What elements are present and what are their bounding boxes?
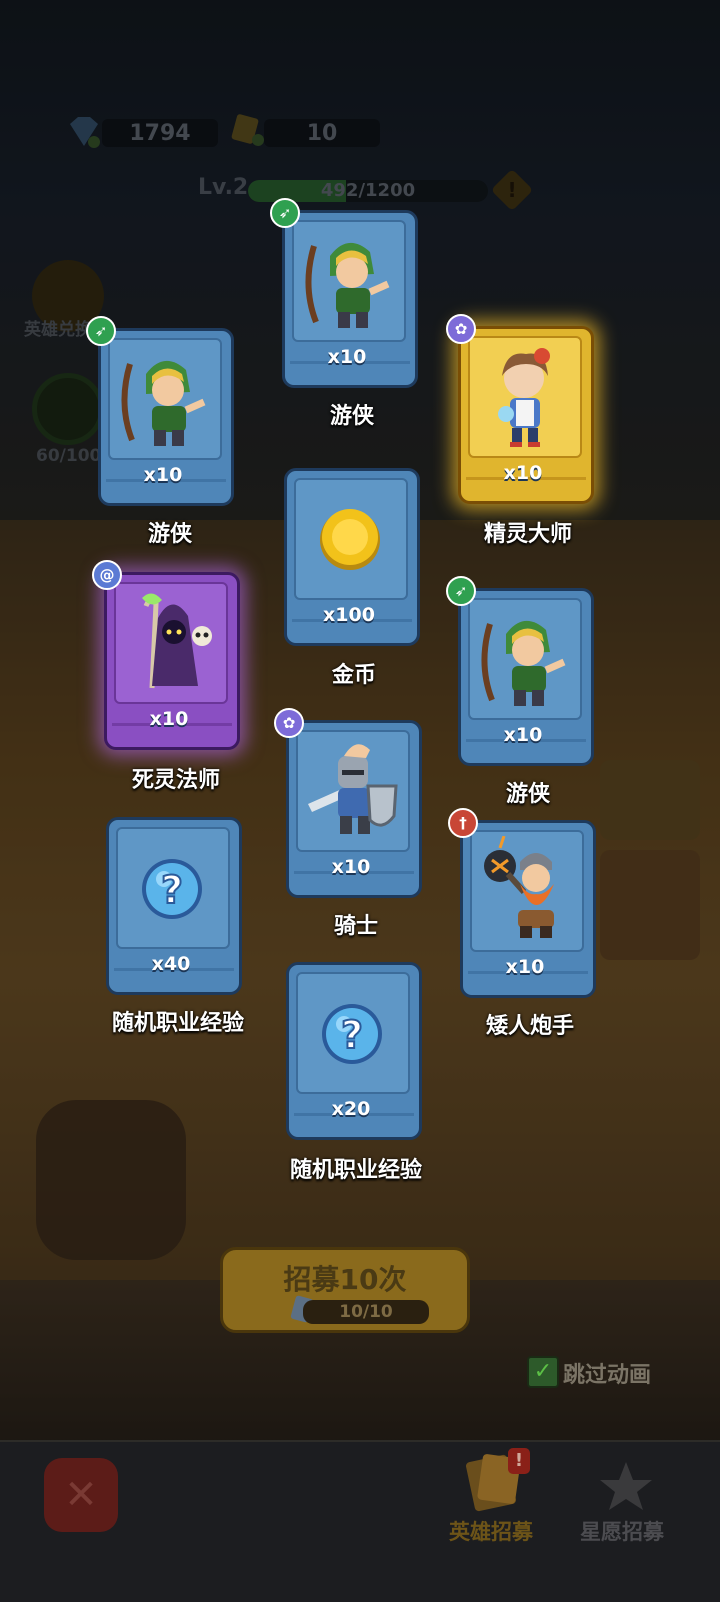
card-name: 游侠 bbox=[147, 522, 192, 547]
recruit-10-button[interactable]: 招募10次 10/10 bbox=[220, 1247, 470, 1333]
card-quantity: x40 bbox=[151, 953, 191, 975]
paw-icon: ✿ bbox=[446, 314, 476, 344]
reward-card[interactable]: x10 @ bbox=[92, 560, 240, 750]
bow-icon: ➶ bbox=[270, 198, 300, 228]
tab-wish-recruit[interactable]: 星愿招募 bbox=[580, 1516, 664, 1546]
reward-card[interactable]: x10 ✿ bbox=[274, 708, 422, 898]
card-name: 游侠 bbox=[505, 782, 550, 807]
reward-card[interactable]: x10 ✿ bbox=[446, 314, 594, 504]
reward-card[interactable]: x10 † bbox=[448, 808, 596, 998]
card-name: 随机职业经验 bbox=[289, 1158, 422, 1183]
card-quantity: x10 bbox=[143, 464, 183, 486]
svg-text:?: ? bbox=[341, 1013, 363, 1057]
reward-card[interactable]: x10 ➶ bbox=[446, 576, 594, 766]
card-quantity: x10 bbox=[331, 856, 371, 878]
close-icon: ✕ bbox=[64, 1472, 98, 1518]
recruit-label: 招募10次 bbox=[283, 1263, 407, 1296]
dagger-icon: † bbox=[448, 808, 478, 838]
bow-icon: ➶ bbox=[86, 316, 116, 346]
bow-icon: ➶ bbox=[446, 576, 476, 606]
card-quantity: x10 bbox=[149, 708, 189, 730]
reward-card[interactable]: x100 bbox=[284, 468, 420, 646]
hero-recruit-alert-badge: ! bbox=[508, 1448, 530, 1474]
paw-icon: ✿ bbox=[274, 708, 304, 738]
reward-card[interactable]: x10 ➶ bbox=[270, 198, 418, 388]
close-button[interactable]: ✕ bbox=[44, 1458, 118, 1532]
card-name: 骑士 bbox=[333, 914, 378, 939]
svg-text:?: ? bbox=[161, 868, 183, 912]
recruit-count: 10/10 bbox=[303, 1300, 429, 1324]
card-name: 精灵大师 bbox=[483, 522, 572, 547]
tab-hero-recruit[interactable]: 英雄招募 bbox=[449, 1516, 533, 1546]
spiral-icon: @ bbox=[92, 560, 122, 590]
reward-card[interactable]: ? x40 bbox=[106, 817, 242, 995]
card-quantity: x10 bbox=[327, 346, 367, 368]
card-name: 矮人炮手 bbox=[485, 1014, 574, 1039]
card-quantity: x100 bbox=[323, 604, 375, 626]
skip-animation-label: 跳过动画 bbox=[563, 1363, 652, 1388]
card-name: 金币 bbox=[331, 663, 376, 688]
card-quantity: x20 bbox=[331, 1098, 371, 1120]
card-name: 死灵法师 bbox=[131, 768, 220, 793]
reward-card[interactable]: x10 ➶ bbox=[86, 316, 234, 506]
card-name: 游侠 bbox=[329, 404, 374, 429]
card-quantity: x10 bbox=[503, 724, 543, 746]
skip-animation-checkbox[interactable]: ✓ bbox=[527, 1356, 559, 1388]
card-quantity: x10 bbox=[505, 956, 545, 978]
reward-card[interactable]: ? x20 bbox=[286, 962, 422, 1140]
star-wish-tab-icon bbox=[600, 1462, 652, 1510]
card-quantity: x10 bbox=[503, 462, 543, 484]
card-name: 随机职业经验 bbox=[111, 1011, 244, 1036]
